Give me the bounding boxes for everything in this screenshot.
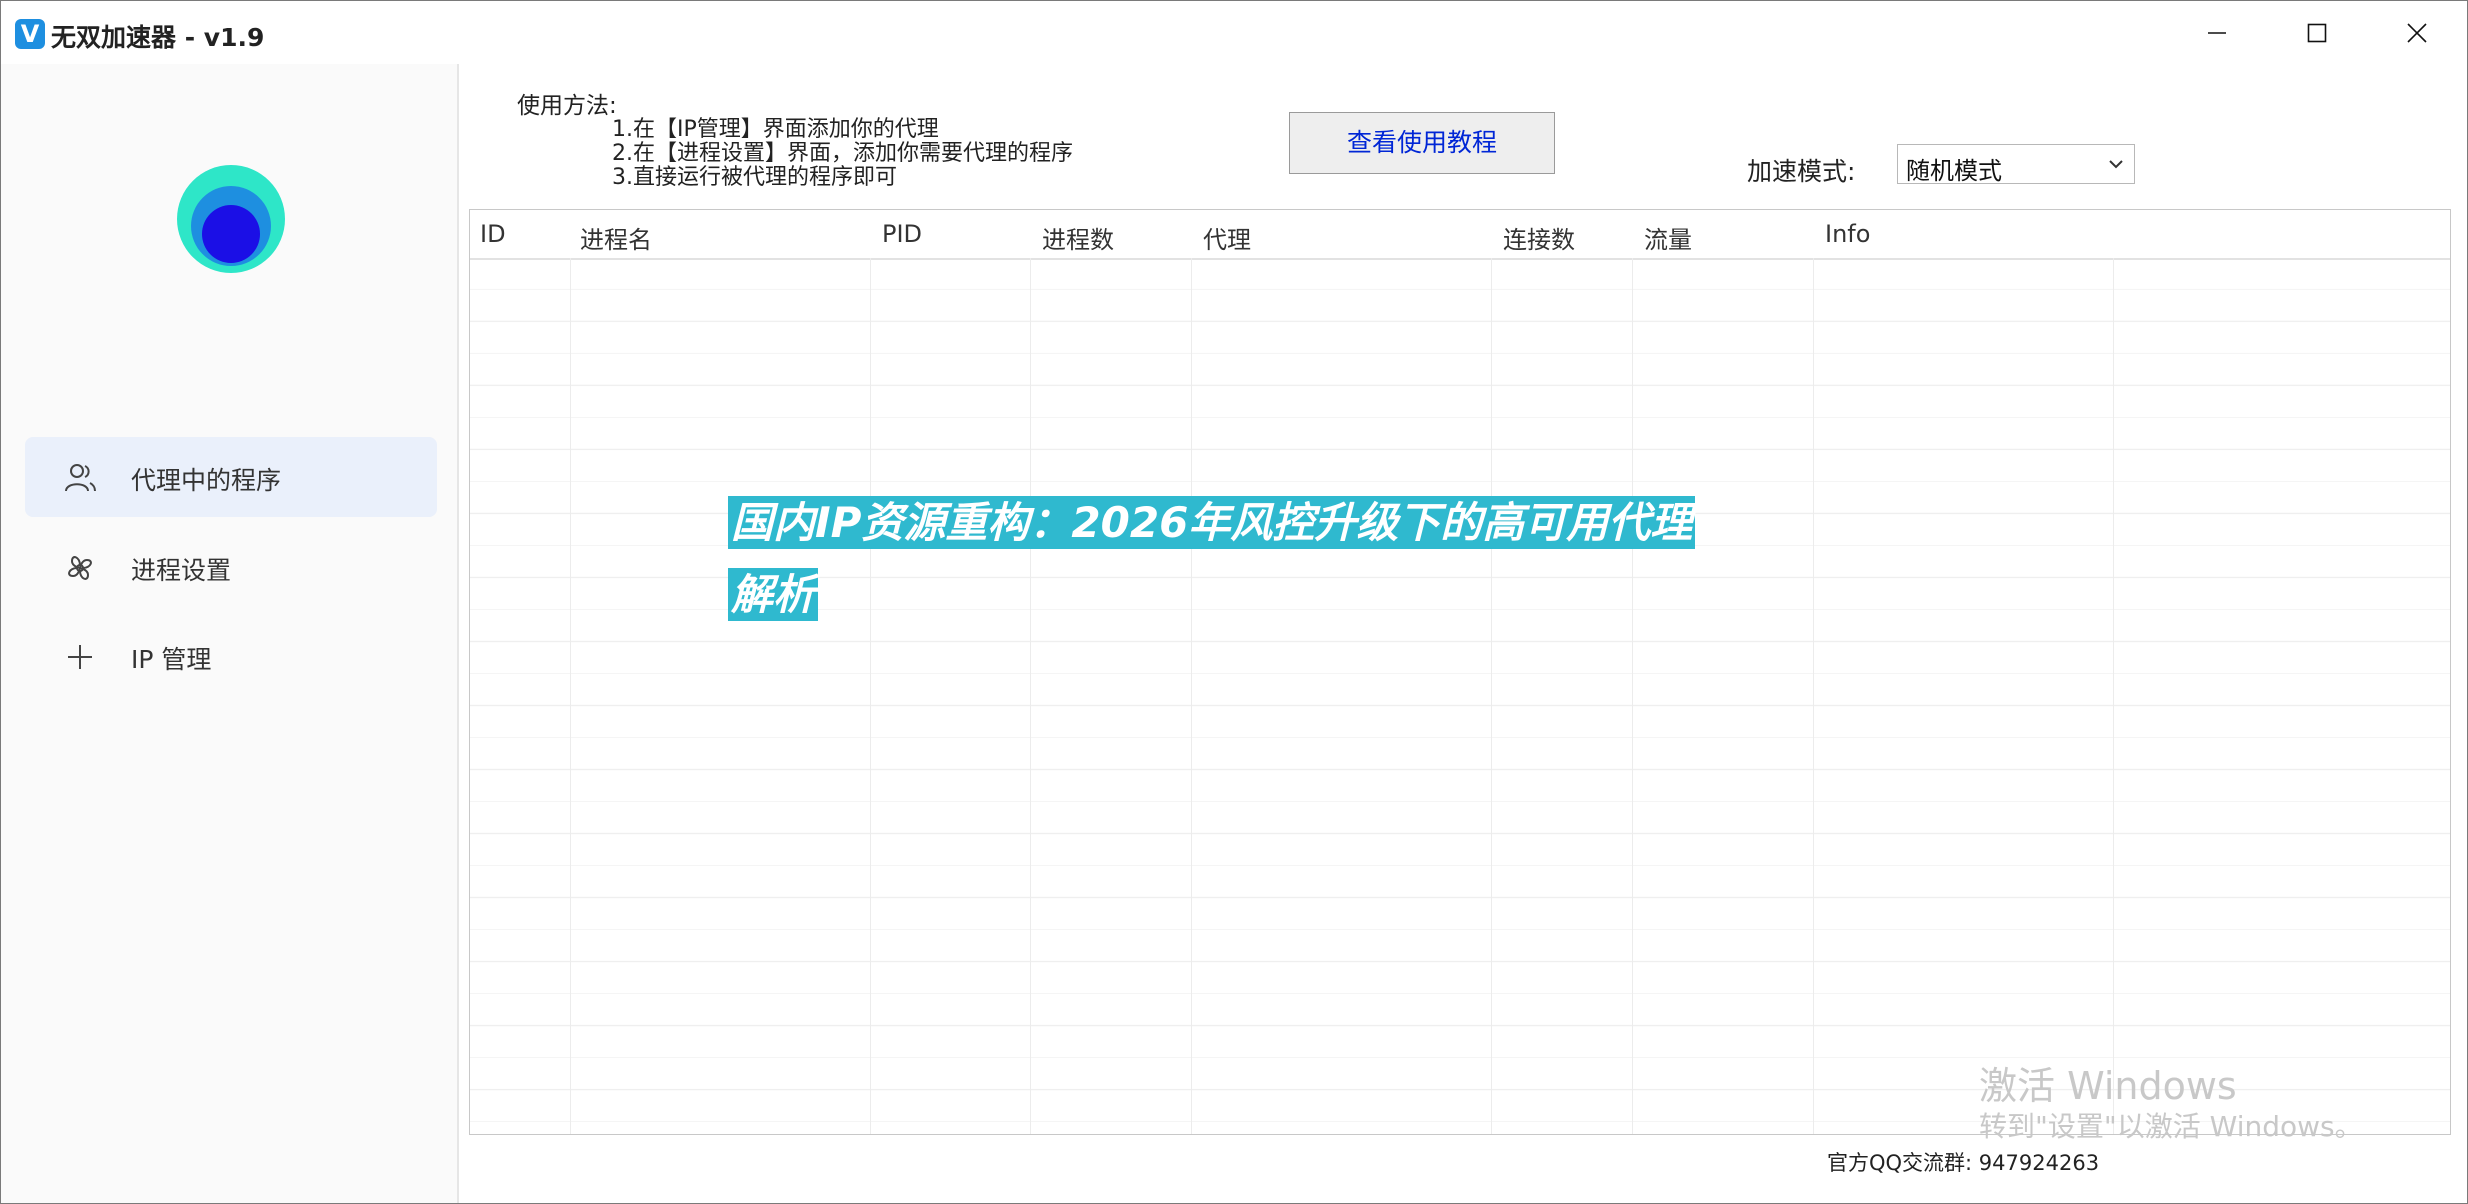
windows-activation-watermark: 激活 Windows 转到"设置"以激活 Windows。: [1979, 1063, 2363, 1145]
column-header-pid[interactable]: PID: [882, 220, 922, 248]
usage-step: 3.直接运行被代理的程序即可: [612, 165, 897, 190]
title-bar[interactable]: V 无双加速器 - v1.9: [1, 1, 2467, 64]
column-divider: [570, 258, 571, 1134]
minimize-icon: [2208, 31, 2226, 34]
sidebar-item-label: IP 管理: [131, 645, 212, 674]
headline-banner: 国内IP资源重构：2026年风控升级下的高可用代理解析: [728, 487, 1728, 631]
column-divider: [870, 258, 871, 1134]
process-table[interactable]: ID 进程名 PID 进程数 代理 连接数 流量 Info: [469, 209, 2451, 1135]
qq-group-footer: 官方QQ交流群: 947924263: [1827, 1151, 2100, 1175]
sidebar-item-label: 进程设置: [131, 556, 232, 585]
maximize-button[interactable]: [2267, 1, 2367, 64]
column-divider: [2113, 258, 2114, 1134]
column-header-traffic[interactable]: 流量: [1644, 220, 1692, 255]
table-header: ID 进程名 PID 进程数 代理 连接数 流量 Info: [470, 210, 2450, 260]
column-header-process-count[interactable]: 进程数: [1042, 220, 1114, 255]
column-header-id[interactable]: ID: [480, 220, 506, 248]
column-header-connections[interactable]: 连接数: [1503, 220, 1575, 255]
sidebar-item-proxied-programs[interactable]: 代理中的程序: [25, 437, 437, 517]
sidebar-item-process-settings[interactable]: 进程设置: [25, 527, 437, 607]
column-divider: [1030, 258, 1031, 1134]
maximize-icon: [2307, 23, 2327, 42]
window-title: 无双加速器 - v1.9: [51, 23, 265, 52]
minimize-button[interactable]: [2167, 1, 2267, 64]
acceleration-mode-label: 加速模式:: [1747, 157, 1856, 186]
users-icon: [65, 464, 96, 492]
app-logo-icon: V: [15, 19, 45, 49]
column-divider: [1491, 258, 1492, 1134]
usage-step: 1.在【IP管理】界面添加你的代理: [612, 117, 939, 142]
column-divider: [1813, 258, 1814, 1134]
column-divider: [1191, 258, 1192, 1134]
pinwheel-icon: [68, 556, 92, 580]
app-logo: [177, 165, 285, 273]
sidebar-item-label: 代理中的程序: [131, 466, 282, 495]
sidebar: 代理中的程序 进程设置 IP 管理: [1, 64, 459, 1203]
acceleration-mode-select[interactable]: 随机模式: [1897, 144, 2135, 185]
close-icon: [2407, 22, 2427, 43]
headline-text: 国内IP资源重构：2026年风控升级下的高可用代理解析: [728, 496, 1696, 621]
chevron-down-icon: [2109, 160, 2123, 169]
column-divider: [1632, 258, 1633, 1134]
watermark-line: 激活 Windows: [1979, 1064, 2237, 1108]
usage-title: 使用方法:: [517, 93, 617, 119]
plus-icon: [68, 645, 92, 669]
acceleration-mode-value: 随机模式: [1906, 157, 2002, 185]
app-window: V 无双加速器 - v1.9 代理中的程序 进程设置 IP 管理 使用方法: 1…: [0, 0, 2468, 1204]
close-button[interactable]: [2367, 1, 2467, 64]
view-tutorial-button[interactable]: 查看使用教程: [1289, 112, 1555, 174]
column-header-info[interactable]: Info: [1825, 220, 1870, 248]
usage-step: 2.在【进程设置】界面，添加你需要代理的程序: [612, 141, 1073, 166]
column-header-process-name[interactable]: 进程名: [580, 220, 652, 255]
watermark-line: 转到"设置"以激活 Windows。: [1979, 1110, 2363, 1143]
sidebar-item-ip-management[interactable]: IP 管理: [25, 616, 437, 696]
column-header-proxy[interactable]: 代理: [1203, 220, 1251, 255]
main-panel: 使用方法: 1.在【IP管理】界面添加你的代理 2.在【进程设置】界面，添加你需…: [459, 64, 2467, 1203]
usage-instructions: 使用方法: 1.在【IP管理】界面添加你的代理 2.在【进程设置】界面，添加你需…: [517, 94, 1073, 190]
